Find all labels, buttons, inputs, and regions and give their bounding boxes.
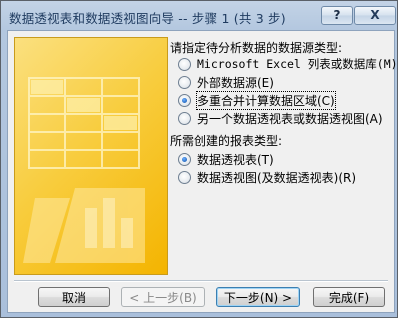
next-button[interactable]: 下一步(N) > bbox=[216, 287, 300, 307]
finish-button[interactable]: 完成(F) bbox=[313, 287, 385, 307]
help-button[interactable]: ? bbox=[321, 6, 353, 25]
report-type-label: 所需创建的报表类型: bbox=[170, 134, 283, 148]
dialog-window: 数据透视表和数据透视图向导 -- 步骤 1 (共 3 步) ? X 请指定待分析… bbox=[0, 0, 398, 318]
option-excel-list[interactable]: Microsoft Excel 列表或数据库(M) bbox=[178, 56, 398, 72]
radio-button-selected[interactable] bbox=[178, 93, 191, 107]
radio-button[interactable] bbox=[178, 111, 191, 125]
option-pivot-table[interactable]: 数据透视表(T) bbox=[178, 151, 274, 167]
back-button[interactable]: < 上一步(B) bbox=[121, 287, 205, 307]
dialog-title: 数据透视表和数据透视图向导 -- 步骤 1 (共 3 步) bbox=[9, 11, 286, 26]
spreadsheet-illustration-icon bbox=[23, 77, 145, 263]
option-pivot-chart[interactable]: 数据透视图(及数据透视表)(R) bbox=[178, 169, 356, 185]
option-label: 外部数据源(E) bbox=[197, 75, 274, 90]
cancel-button[interactable]: 取消 bbox=[38, 287, 110, 307]
dialog-content: 请指定待分析数据的数据源类型: Microsoft Excel 列表或数据库(M… bbox=[7, 30, 398, 313]
radio-button[interactable] bbox=[178, 75, 191, 89]
option-another-pivot[interactable]: 另一个数据透视表或数据透视图(A) bbox=[178, 110, 383, 126]
button-separator bbox=[14, 280, 388, 282]
option-label: 另一个数据透视表或数据透视图(A) bbox=[197, 111, 383, 126]
option-label: 数据透视表(T) bbox=[197, 152, 274, 167]
close-button[interactable]: X bbox=[354, 6, 396, 25]
option-label: Microsoft Excel 列表或数据库(M) bbox=[197, 57, 398, 71]
wizard-illustration bbox=[14, 37, 168, 275]
radio-button[interactable] bbox=[178, 170, 191, 184]
option-label: 数据透视图(及数据透视表)(R) bbox=[197, 170, 357, 185]
radio-button-selected[interactable] bbox=[178, 152, 191, 166]
radio-button[interactable] bbox=[178, 57, 191, 71]
title-bar[interactable]: 数据透视表和数据透视图向导 -- 步骤 1 (共 3 步) ? X bbox=[3, 3, 396, 28]
option-external-source[interactable]: 外部数据源(E) bbox=[178, 74, 274, 90]
option-multiple-ranges[interactable]: 多重合并计算数据区域(C) bbox=[178, 90, 336, 110]
option-label: 多重合并计算数据区域(C) bbox=[196, 90, 336, 110]
source-type-label: 请指定待分析数据的数据源类型: bbox=[170, 41, 343, 55]
